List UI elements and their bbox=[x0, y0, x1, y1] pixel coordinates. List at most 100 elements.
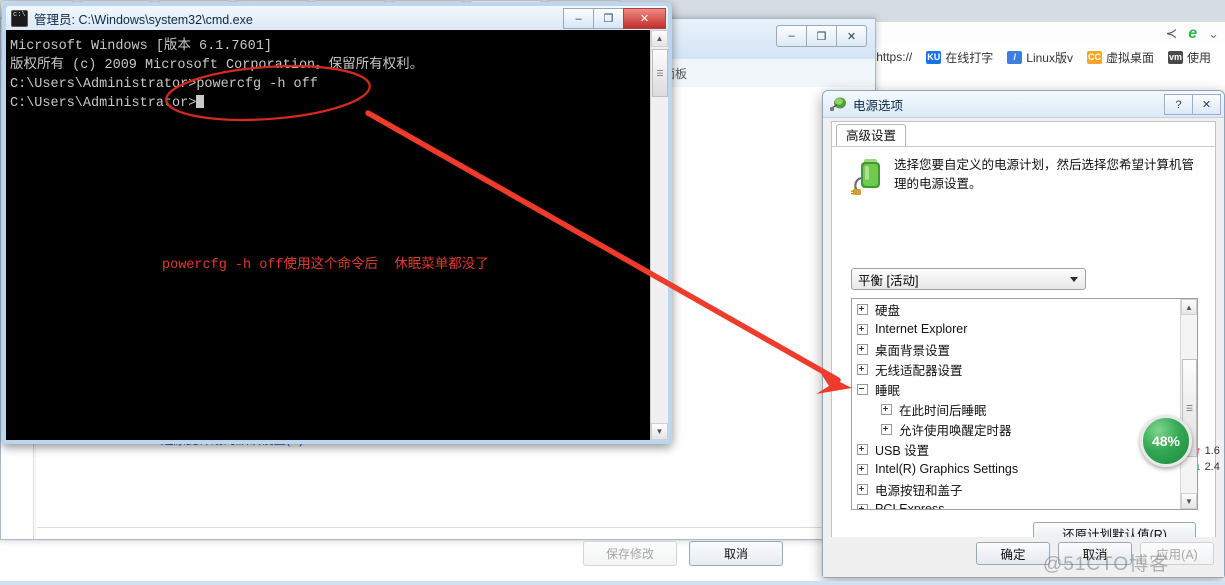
expand-plus-icon[interactable] bbox=[857, 443, 868, 455]
cmd-console-output[interactable]: Microsoft Windows [版本 6.1.7601] 版权所有 (c)… bbox=[6, 30, 651, 440]
expand-plus-icon[interactable] bbox=[857, 323, 868, 335]
ok-button[interactable]: 确定 bbox=[976, 542, 1050, 565]
cancel-button[interactable]: 取消 bbox=[689, 541, 783, 566]
chevron-down-icon[interactable]: ⌄ bbox=[1208, 26, 1219, 42]
scroll-down-arrow-icon[interactable]: ▼ bbox=[651, 423, 668, 440]
cpl-close-button[interactable]: ✕ bbox=[836, 25, 867, 47]
speed-widget-rates: ↑ 1.6 ↓ 2.4 bbox=[1196, 443, 1220, 475]
help-button[interactable]: ? bbox=[1164, 94, 1193, 115]
expand-plus-icon[interactable] bbox=[881, 403, 892, 415]
tree-item[interactable]: 电源按钮和盖子 bbox=[852, 479, 1197, 499]
tree-scrollbar[interactable]: ▲ ☰ ▼ bbox=[1180, 299, 1197, 509]
tree-item-label: PCI Express bbox=[875, 502, 945, 510]
cmd-window-buttons: – ❐ ✕ bbox=[563, 8, 666, 29]
tree-item-label: 在此时间后睡眠 bbox=[899, 403, 987, 418]
tree-item[interactable]: 睡眠 bbox=[852, 379, 1197, 399]
cc-icon: CC bbox=[1086, 50, 1102, 64]
bookmark-item[interactable]: / Linux版v bbox=[1007, 49, 1073, 66]
network-speed-widget[interactable]: 48% bbox=[1140, 415, 1196, 471]
power-plug-icon bbox=[830, 96, 847, 112]
cmd-scrollbar[interactable]: ▲ ☰ ▼ bbox=[650, 30, 668, 440]
power-options-dialog: 电源选项 ? ✕ 高级设置 选择您要自定义的电源计划，然后选择您希望计算机管理的… bbox=[822, 90, 1225, 578]
cpl-minimize-button[interactable]: – bbox=[776, 25, 807, 47]
power-options-description: 选择您要自定义的电源计划，然后选择您希望计算机管理的电源设置。 bbox=[894, 158, 1195, 191]
share-icon[interactable]: ≺ bbox=[1165, 25, 1177, 42]
cmd-maximize-button[interactable]: ❐ bbox=[593, 8, 624, 29]
tree-item-label: Intel(R) Graphics Settings bbox=[875, 462, 1019, 476]
cpl-maximize-button[interactable]: ❐ bbox=[806, 25, 837, 47]
save-changes-button[interactable]: 保存修改 bbox=[583, 541, 677, 566]
cmd-window-title: 管理员: C:\Windows\system32\cmd.exe bbox=[34, 12, 253, 27]
cmd-prompt-text: C:\Users\Administrator> bbox=[10, 96, 197, 111]
cmd-red-annotation-text: powercfg -h off使用这个命令后 休眠菜单都没了 bbox=[162, 258, 489, 273]
tree-item-label: 电源按钮和盖子 bbox=[875, 483, 963, 498]
command-prompt-window: 管理员: C:\Windows\system32\cmd.exe – ❐ ✕ M… bbox=[2, 2, 672, 444]
tree-item-label: Internet Explorer bbox=[875, 322, 968, 336]
control-panel-window-buttons: – ❐ ✕ bbox=[776, 25, 867, 47]
divider bbox=[37, 527, 875, 528]
expand-plus-icon[interactable] bbox=[857, 303, 868, 315]
power-plan-selected-value: 平衡 [活动] bbox=[858, 273, 919, 288]
tree-item-label: USB 设置 bbox=[875, 443, 930, 458]
cmd-minimize-button[interactable]: – bbox=[563, 8, 594, 29]
tab-advanced-settings[interactable]: 高级设置 bbox=[836, 124, 907, 147]
browser-action-buttons: ≺ e ⌄ bbox=[1165, 22, 1219, 45]
bookmark-item[interactable]: vm 使用 bbox=[1167, 49, 1211, 66]
close-button[interactable]: ✕ bbox=[1192, 94, 1221, 115]
battery-icon bbox=[851, 156, 889, 196]
upload-arrow-icon: ↑ bbox=[1196, 445, 1202, 457]
expand-plus-icon[interactable] bbox=[881, 423, 892, 435]
cmd-icon bbox=[11, 9, 28, 27]
tree-rows: 硬盘 Internet Explorer 桌面背景设置 无线适配器设置 睡眠在此时间后睡… bbox=[852, 299, 1197, 510]
cmd-output-line: 版权所有 (c) 2009 Microsoft Corporation。保留所有… bbox=[10, 58, 424, 73]
cmd-command-line: C:\Users\Administrator>powercfg -h off bbox=[10, 77, 318, 92]
bookmark-item[interactable]: https:// bbox=[876, 50, 912, 64]
tree-item-label: 睡眠 bbox=[875, 383, 901, 398]
divider bbox=[832, 146, 1215, 147]
cmd-titlebar[interactable]: 管理员: C:\Windows\system32\cmd.exe – ❐ ✕ bbox=[6, 6, 668, 31]
edge-e-icon[interactable]: e bbox=[1188, 25, 1197, 43]
bookmark-item[interactable]: CC 虚拟桌面 bbox=[1086, 49, 1154, 66]
power-options-window-buttons: ? ✕ bbox=[1164, 94, 1221, 115]
speed-widget-ball[interactable]: 48% bbox=[1140, 415, 1192, 467]
cmd-cursor bbox=[196, 95, 205, 108]
bookmark-item[interactable]: KU 在线打字 bbox=[926, 49, 993, 66]
power-options-panel: 高级设置 选择您要自定义的电源计划，然后选择您希望计算机管理的电源设置。 平衡 … bbox=[831, 121, 1216, 571]
scroll-up-arrow-icon[interactable]: ▲ bbox=[651, 30, 668, 47]
power-options-titlebar[interactable]: 电源选项 ? ✕ bbox=[823, 91, 1224, 118]
power-plan-select[interactable]: 平衡 [活动] bbox=[851, 268, 1086, 290]
bookmark-label: https:// bbox=[876, 50, 913, 64]
scrollbar-thumb[interactable]: ☰ bbox=[652, 49, 668, 97]
bookmark-label: 虚拟桌面 bbox=[1105, 50, 1154, 65]
expand-plus-icon[interactable] bbox=[857, 343, 868, 355]
power-options-title: 电源选项 bbox=[853, 98, 904, 113]
tree-item[interactable]: PCI Express bbox=[852, 499, 1197, 510]
collapse-minus-icon[interactable] bbox=[857, 383, 868, 395]
tree-item[interactable]: Internet Explorer bbox=[852, 319, 1197, 339]
advanced-settings-tree[interactable]: 硬盘 Internet Explorer 桌面背景设置 无线适配器设置 睡眠在此时间后睡… bbox=[851, 298, 1198, 510]
watermark: @51CTO博客 bbox=[1043, 554, 1170, 575]
bookmark-label: Linux版v bbox=[1026, 50, 1073, 65]
bookmark-label: 在线打字 bbox=[945, 50, 994, 65]
tree-item[interactable]: 桌面背景设置 bbox=[852, 339, 1197, 359]
tree-scroll-down-icon[interactable]: ▼ bbox=[1181, 493, 1197, 509]
upload-rate: 1.6 bbox=[1204, 445, 1220, 457]
speed-widget-percent: 48% bbox=[1151, 433, 1181, 449]
expand-plus-icon[interactable] bbox=[857, 363, 868, 375]
download-rate: 2.4 bbox=[1204, 461, 1220, 473]
cmd-close-button[interactable]: ✕ bbox=[623, 8, 666, 29]
power-options-tabstrip: 高级设置 bbox=[836, 122, 907, 147]
bookmark-label: 使用 bbox=[1186, 50, 1211, 65]
expand-plus-icon[interactable] bbox=[857, 463, 868, 475]
cmd-output-line: Microsoft Windows [版本 6.1.7601] bbox=[10, 39, 272, 54]
tree-item[interactable]: 无线适配器设置 bbox=[852, 359, 1197, 379]
tree-item-label: 无线适配器设置 bbox=[875, 363, 963, 378]
tree-scroll-up-icon[interactable]: ▲ bbox=[1181, 299, 1197, 315]
expand-plus-icon[interactable] bbox=[857, 483, 868, 495]
vm-icon: vm bbox=[1167, 50, 1183, 64]
expand-plus-icon[interactable] bbox=[857, 503, 868, 509]
tree-item[interactable]: 硬盘 bbox=[852, 299, 1197, 319]
control-panel-footer-buttons: 保存修改 取消 bbox=[583, 541, 783, 566]
tree-item-label: 桌面背景设置 bbox=[875, 343, 951, 358]
pen-icon: / bbox=[1007, 50, 1023, 64]
